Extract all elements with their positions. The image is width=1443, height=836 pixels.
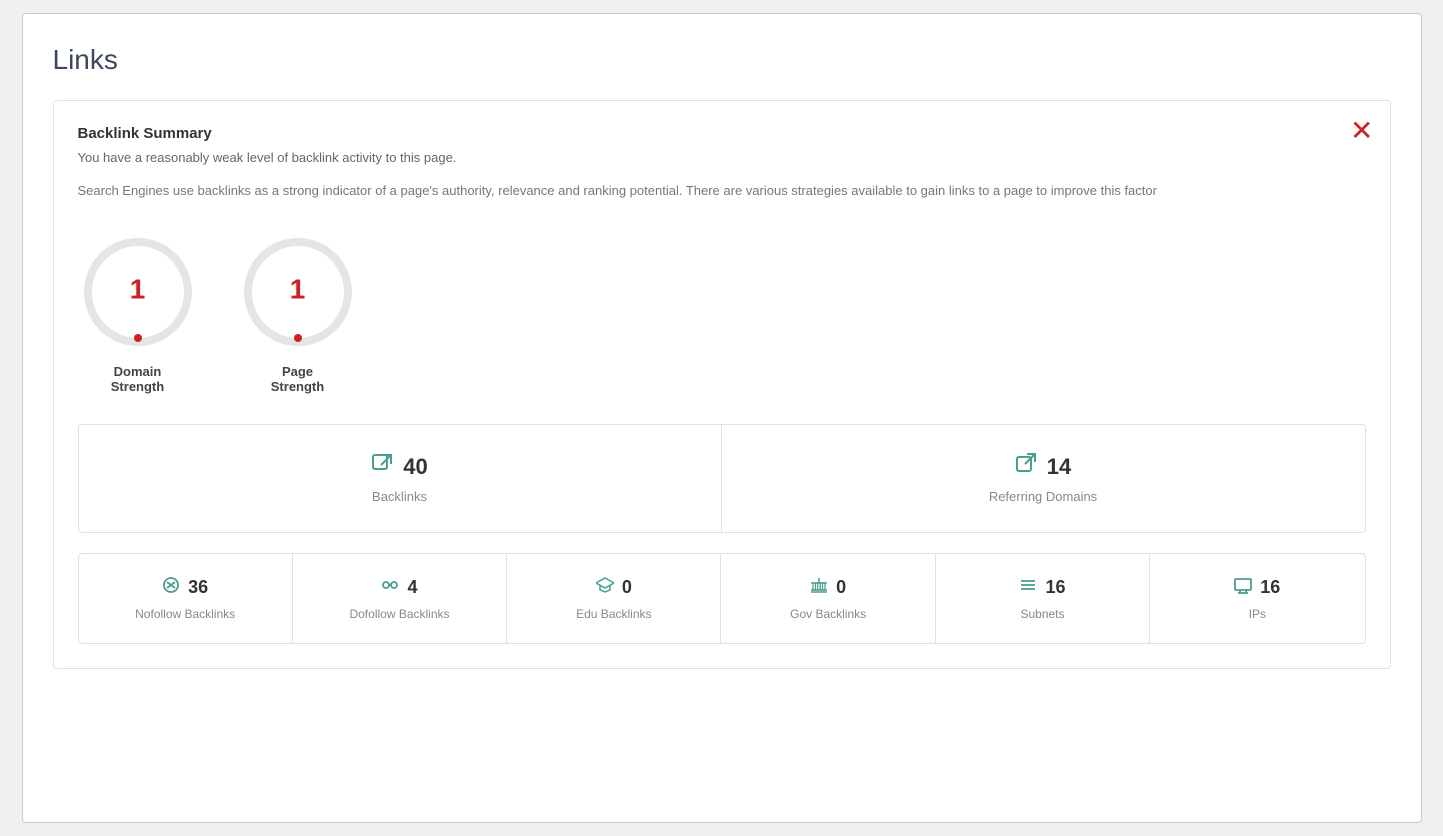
gov-value: 0 — [836, 577, 846, 598]
page-strength-dot — [294, 334, 302, 342]
stats-grid: 40 Backlinks 14 Referring Domains — [78, 424, 1366, 533]
subnets-value: 16 — [1045, 577, 1065, 598]
dofollow-icon — [381, 576, 399, 599]
backlinks-icon — [371, 453, 393, 481]
referring-domains-icon — [1015, 453, 1037, 481]
dofollow-cell: 4 Dofollow Backlinks — [293, 554, 507, 643]
nofollow-icon — [162, 576, 180, 599]
edu-value: 0 — [622, 577, 632, 598]
card-title: Backlink Summary — [78, 125, 1366, 142]
edu-top: 0 — [596, 576, 632, 599]
domain-strength-label: DomainStrength — [111, 364, 164, 394]
card-description: Search Engines use backlinks as a strong… — [78, 181, 1366, 202]
page-strength-label: PageStrength — [271, 364, 324, 394]
backlinks-cell: 40 Backlinks — [79, 425, 722, 532]
backlink-summary-card: ✕ Backlink Summary You have a reasonably… — [53, 100, 1391, 669]
ips-icon — [1234, 576, 1252, 599]
domain-strength-item: 1 DomainStrength — [78, 232, 198, 394]
close-button[interactable]: ✕ — [1350, 117, 1373, 145]
nofollow-top: 36 — [162, 576, 208, 599]
dofollow-top: 4 — [381, 576, 417, 599]
domain-strength-dot — [134, 334, 142, 342]
domain-strength-circle: 1 — [78, 232, 198, 352]
circles-row: 1 DomainStrength 1 PageStrength — [78, 232, 1366, 394]
edu-cell: 0 Edu Backlinks — [507, 554, 721, 643]
gov-top: 0 — [810, 576, 846, 599]
dofollow-value: 4 — [407, 577, 417, 598]
domain-strength-value: 1 — [130, 273, 146, 305]
subnets-label: Subnets — [1020, 607, 1064, 621]
gov-cell: 0 Gov Backlinks — [721, 554, 935, 643]
ips-cell: 16 IPs — [1150, 554, 1364, 643]
referring-domains-cell: 14 Referring Domains — [722, 425, 1365, 532]
ips-value: 16 — [1260, 577, 1280, 598]
page-strength-value: 1 — [290, 273, 306, 305]
bottom-stats-grid: 36 Nofollow Backlinks 4 Dofollow Backli — [78, 553, 1366, 644]
ips-top: 16 — [1234, 576, 1280, 599]
referring-domains-value: 14 — [1047, 454, 1071, 480]
subnets-icon — [1019, 576, 1037, 599]
referring-domains-label: Referring Domains — [989, 489, 1097, 504]
page-title: Links — [53, 44, 1391, 76]
main-window: Links ✕ Backlink Summary You have a reas… — [22, 13, 1422, 823]
page-strength-circle: 1 — [238, 232, 358, 352]
backlinks-label: Backlinks — [372, 489, 427, 504]
dofollow-label: Dofollow Backlinks — [349, 607, 449, 621]
subnets-top: 16 — [1019, 576, 1065, 599]
edu-icon — [596, 576, 614, 599]
backlinks-top: 40 — [371, 453, 427, 481]
edu-label: Edu Backlinks — [576, 607, 651, 621]
nofollow-value: 36 — [188, 577, 208, 598]
gov-icon — [810, 576, 828, 599]
page-strength-item: 1 PageStrength — [238, 232, 358, 394]
subnets-cell: 16 Subnets — [936, 554, 1150, 643]
nofollow-label: Nofollow Backlinks — [135, 607, 235, 621]
backlinks-value: 40 — [403, 454, 427, 480]
referring-domains-top: 14 — [1015, 453, 1071, 481]
nofollow-cell: 36 Nofollow Backlinks — [79, 554, 293, 643]
card-subtitle: You have a reasonably weak level of back… — [78, 150, 1366, 165]
ips-label: IPs — [1249, 607, 1266, 621]
gov-label: Gov Backlinks — [790, 607, 866, 621]
